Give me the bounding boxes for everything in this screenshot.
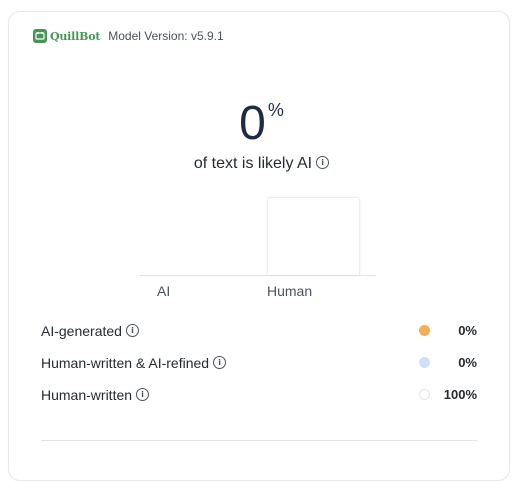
score-caption-text: of text is likely AI: [193, 155, 313, 172]
legend-value: 100%: [443, 387, 477, 402]
brand-name: QuillBot: [50, 29, 101, 43]
legend-row-ai-generated: AI-generated i 0%: [41, 315, 479, 347]
header: QuillBot Model Version: v5.9.1: [33, 26, 224, 46]
legend-row-human-written: Human-written i 100%: [41, 379, 479, 411]
bar-chart: AI Human: [140, 196, 376, 306]
ai-score: 0%: [0, 94, 523, 154]
score-value: 0: [239, 97, 266, 150]
score-unit: %: [267, 100, 284, 120]
legend-label: Human-written: [41, 387, 133, 403]
legend-dot-ai-refined: [419, 357, 430, 368]
bar-label-ai: AI: [157, 283, 171, 299]
chart-baseline: [140, 275, 376, 276]
info-icon[interactable]: i: [213, 355, 227, 369]
legend-dot-human-written: [419, 389, 430, 400]
quillbot-logo: QuillBot: [33, 29, 100, 43]
legend-row-ai-refined: Human-written & AI-refined i 0%: [41, 347, 479, 379]
legend-label: AI-generated: [41, 323, 122, 339]
legend-label: Human-written & AI-refined: [41, 355, 210, 371]
legend-value: 0%: [458, 355, 477, 370]
legend-value: 0%: [458, 323, 477, 338]
legend-dot-ai-generated: [419, 325, 430, 336]
quillbot-logo-icon: [33, 29, 47, 43]
score-caption: of text is likely AI i: [0, 154, 523, 174]
bar-label-human: Human: [267, 283, 313, 299]
legend: AI-generated i 0% Human-written & AI-refi…: [41, 315, 479, 411]
divider: [41, 440, 477, 441]
model-version: Model Version: v5.9.1: [108, 29, 224, 43]
info-icon[interactable]: i: [125, 323, 139, 337]
info-icon[interactable]: i: [136, 387, 150, 401]
bar-human: [267, 197, 360, 275]
info-icon[interactable]: i: [316, 156, 330, 170]
